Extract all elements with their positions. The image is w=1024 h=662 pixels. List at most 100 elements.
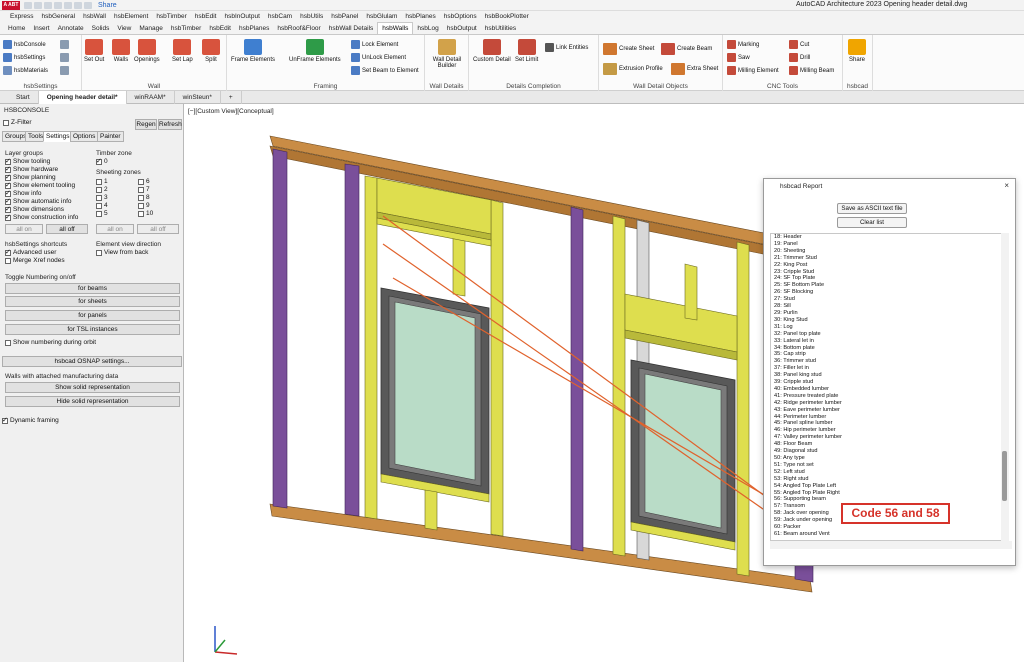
openings-button[interactable]: Openings xyxy=(134,39,160,63)
mini-tool-3[interactable] xyxy=(60,66,69,75)
report-list-item[interactable]: 18: Header xyxy=(771,234,1003,241)
new-icon[interactable] xyxy=(24,1,32,9)
menu-item[interactable]: hsbBookPlotter xyxy=(481,13,533,20)
doc-tab-winraam[interactable]: winRAAM* xyxy=(127,90,175,104)
checkbox-box[interactable] xyxy=(2,416,8,424)
sheeting-zone-option[interactable]: 3 xyxy=(96,194,108,201)
report-list-item[interactable]: 26: SF Blocking xyxy=(771,289,1003,296)
report-list-item[interactable]: 21: Trimmer Stud xyxy=(771,255,1003,262)
layer-group-option[interactable]: Show hardware xyxy=(5,165,58,173)
viewport-label[interactable]: [−][Custom View][Conceptual] xyxy=(188,108,274,115)
zones-all-on-button[interactable]: all on xyxy=(96,224,134,234)
report-list-item[interactable]: 54: Angled Top Plate Left xyxy=(771,483,1003,490)
link-entities-button[interactable]: Link Entities xyxy=(545,43,588,52)
hide-solid-button[interactable]: Hide solid representation xyxy=(5,396,180,407)
show-numbering-checkbox[interactable]: Show numbering during orbit xyxy=(5,339,96,346)
save-icon[interactable] xyxy=(44,1,52,9)
menu-item[interactable]: hsbEdit xyxy=(191,13,221,20)
report-list-item[interactable]: 61: Beam around Vent xyxy=(771,531,1003,538)
sheeting-zone-option[interactable]: 9 xyxy=(138,202,150,209)
horizontal-scrollbar[interactable] xyxy=(770,541,1012,549)
sheeting-zone-option[interactable]: 2 xyxy=(96,186,108,193)
checkbox-box[interactable] xyxy=(138,194,144,201)
dynamic-framing-checkbox[interactable]: Dynamic framing xyxy=(2,416,59,424)
set-out-button[interactable]: Set Out xyxy=(84,39,104,63)
custom-detail-button[interactable]: Custom Detail xyxy=(473,39,511,63)
lock-element-button[interactable]: Lock Element xyxy=(351,40,398,49)
report-list-item[interactable]: 44: Perimeter lumber xyxy=(771,414,1003,421)
menu-item[interactable]: Express xyxy=(6,13,37,20)
number-tsl-button[interactable]: for TSL instances xyxy=(5,324,180,335)
view-from-back-checkbox[interactable]: View from back xyxy=(96,249,148,256)
tab-manage[interactable]: Manage xyxy=(135,23,167,34)
frame-elements-button[interactable]: Frame Elements xyxy=(231,39,275,63)
report-list-item[interactable]: 31: Log xyxy=(771,324,1003,331)
undo-icon[interactable] xyxy=(74,1,82,9)
layers-all-off-button[interactable]: all off xyxy=(46,224,88,234)
app-logo[interactable]: A ABT xyxy=(2,0,20,10)
report-list-item[interactable]: 45: Panel spline lumber xyxy=(771,420,1003,427)
report-list-item[interactable]: 38: Panel king stud xyxy=(771,372,1003,379)
checkbox-box[interactable] xyxy=(96,178,102,185)
hsbmaterials-button[interactable]: hsbMaterials xyxy=(3,66,48,75)
report-list-item[interactable]: 49: Diagonal stud xyxy=(771,448,1003,455)
menu-item[interactable]: hsbGeneral xyxy=(37,13,79,20)
save-ascii-button[interactable]: Save as ASCII text file xyxy=(837,203,907,214)
number-beams-button[interactable]: for beams xyxy=(5,283,180,294)
set-beam-button[interactable]: Set Beam to Element xyxy=(351,66,419,75)
report-list-item[interactable]: 55: Angled Top Plate Right xyxy=(771,490,1003,497)
tab-hsbroof-floor[interactable]: hsbRoof&Floor xyxy=(273,23,324,34)
report-list-item[interactable]: 48: Floor Beam xyxy=(771,441,1003,448)
layer-group-option[interactable]: Show dimensions xyxy=(5,205,64,213)
redo-icon[interactable] xyxy=(84,1,92,9)
milling-element-button[interactable]: Milling Element xyxy=(727,66,779,75)
menu-item[interactable]: hsbPlanes xyxy=(401,13,439,20)
report-list-item[interactable]: 40: Embedded lumber xyxy=(771,386,1003,393)
report-list-item[interactable]: 29: Purlin xyxy=(771,310,1003,317)
split-button[interactable]: Split xyxy=(202,39,220,63)
hsbsettings-button[interactable]: hsbSettings xyxy=(3,53,45,62)
menu-item[interactable]: hsbOptions xyxy=(440,13,481,20)
set-lap-button[interactable]: Set Lap xyxy=(172,39,193,63)
report-list-item[interactable]: 35: Cap strip xyxy=(771,351,1003,358)
tab-settings[interactable]: Settings xyxy=(43,131,73,142)
tab-annotate[interactable]: Annotate xyxy=(54,23,88,34)
report-list-item[interactable]: 60: Packer xyxy=(771,524,1003,531)
doc-tab-start[interactable]: Start xyxy=(8,90,39,104)
sheeting-zone-option[interactable]: 7 xyxy=(138,186,150,193)
extra-sheet-button[interactable]: Extra Sheet xyxy=(671,63,718,75)
tab-hsboutput[interactable]: hsbOutput xyxy=(443,23,481,34)
report-list-item[interactable]: 46: Hip perimeter lumber xyxy=(771,427,1003,434)
menu-item[interactable]: hsbUtils xyxy=(296,13,327,20)
checkbox-box[interactable] xyxy=(138,178,144,185)
checkbox-box[interactable] xyxy=(96,157,102,165)
checkbox-box[interactable] xyxy=(5,248,11,256)
zfilter-checkbox[interactable]: Z-Filter xyxy=(3,119,32,126)
menu-item[interactable]: hsbPanel xyxy=(327,13,362,20)
new-tab-button[interactable]: + xyxy=(221,90,242,104)
report-list-item[interactable]: 51: Type not set xyxy=(771,462,1003,469)
close-icon[interactable]: × xyxy=(1004,181,1009,190)
milling-beam-button[interactable]: Milling Beam xyxy=(789,66,834,75)
layer-group-option[interactable]: Show automatic info xyxy=(5,197,72,205)
report-list-item[interactable]: 24: SF Top Plate xyxy=(771,275,1003,282)
mini-tool-1[interactable] xyxy=(60,40,69,49)
menu-item[interactable]: hsbTimber xyxy=(152,13,190,20)
share-button[interactable]: Share xyxy=(848,39,866,63)
report-list-item[interactable]: 33: Lateral let in xyxy=(771,338,1003,345)
checkbox-box[interactable] xyxy=(96,202,102,209)
unlock-element-button[interactable]: UnLock Element xyxy=(351,53,406,62)
checkbox-box[interactable] xyxy=(5,257,11,264)
layer-group-option[interactable]: Show element tooling xyxy=(5,181,75,189)
open-icon[interactable] xyxy=(34,1,42,9)
checkbox-box[interactable] xyxy=(96,194,102,201)
sheeting-zone-option[interactable]: 1 xyxy=(96,178,108,185)
merge-xref-checkbox[interactable]: Merge Xref nodes xyxy=(5,257,65,264)
checkbox-box[interactable] xyxy=(96,210,102,217)
unframe-elements-button[interactable]: UnFrame Elements xyxy=(289,39,341,63)
doc-tab-opening-header[interactable]: Opening header detail* xyxy=(38,90,127,104)
sheeting-zone-option[interactable]: 6 xyxy=(138,178,150,185)
number-sheets-button[interactable]: for sheets xyxy=(5,296,180,307)
drill-button[interactable]: Drill xyxy=(789,53,810,62)
report-list-item[interactable]: 19: Panel xyxy=(771,241,1003,248)
